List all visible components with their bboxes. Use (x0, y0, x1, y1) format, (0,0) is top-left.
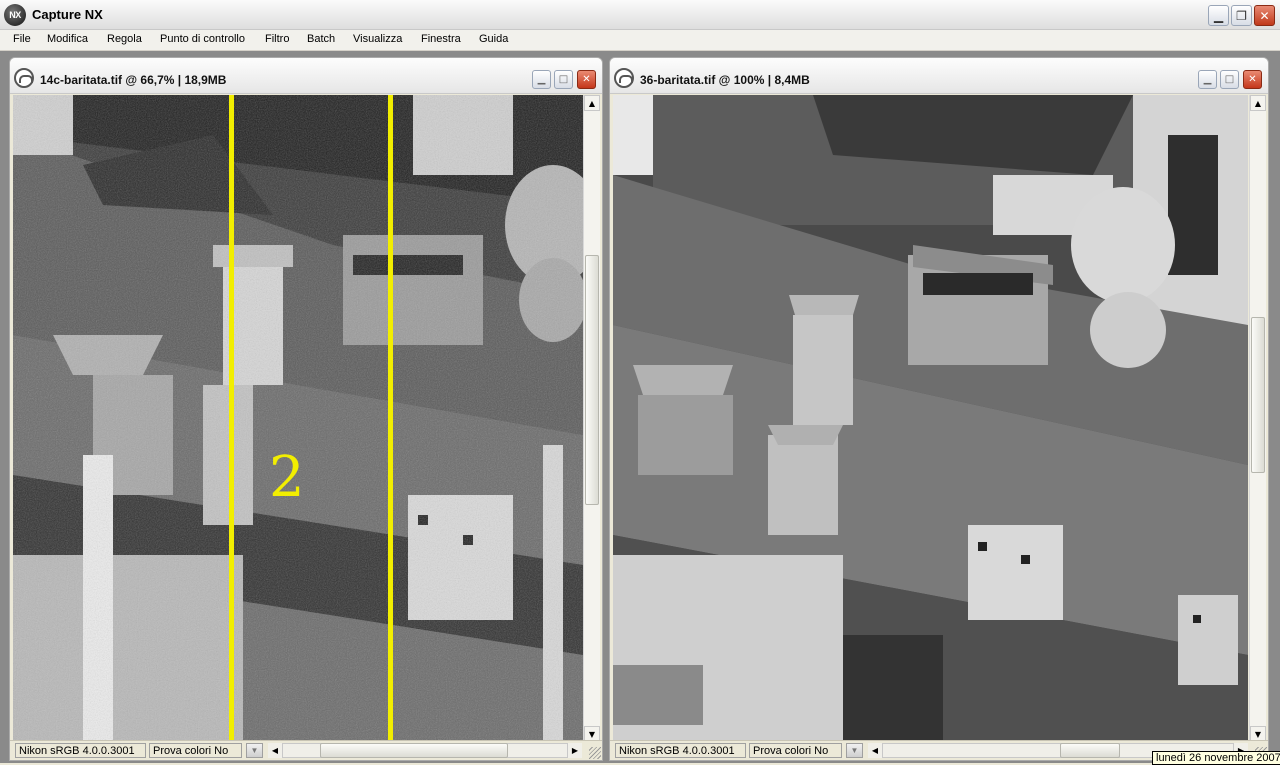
yellow-guide-line (388, 95, 393, 742)
menu-visualizza[interactable]: Visualizza (353, 33, 402, 45)
app-title: Capture NX (32, 7, 103, 22)
photo-rooftop-sharp (613, 95, 1248, 742)
arrow-down-icon: ▼ (1254, 729, 1262, 739)
document-title: 36-baritata.tif @ 100% | 8,4MB (640, 73, 810, 87)
app-close-button[interactable]: ✕ (1254, 5, 1275, 26)
overlay-number: 2 (269, 445, 305, 510)
arrow-left-icon: ◀ (871, 746, 879, 755)
app-titlebar: NX Capture NX ▁ ❐ ✕ (0, 0, 1280, 30)
document-statusbar: Nikon sRGB 4.0.0.3001 Prova colori No ▼ … (10, 740, 602, 760)
color-profile-field: Nikon sRGB 4.0.0.3001 (15, 743, 146, 758)
menu-finestra[interactable]: Finestra (421, 33, 461, 45)
arrow-right-icon: ▶ (571, 746, 579, 755)
document-titlebar[interactable]: 36-baritata.tif @ 100% | 8,4MB ▁ □ ✕ (610, 58, 1268, 94)
scroll-up-button[interactable]: ▲ (584, 95, 600, 111)
menu-filtro[interactable]: Filtro (265, 33, 289, 45)
nikon-document-icon (14, 68, 34, 88)
document-window-2[interactable]: 36-baritata.tif @ 100% | 8,4MB ▁ □ ✕ ▲ ▼… (609, 57, 1269, 761)
softproof-field[interactable]: Prova colori No (749, 743, 842, 758)
dropdown-arrow-icon: ▼ (250, 746, 259, 755)
doc-maximize-button[interactable]: □ (554, 70, 573, 89)
scroll-right-button[interactable]: ▶ (568, 743, 582, 758)
minimize-icon: ▁ (1213, 8, 1224, 23)
horizontal-scroll-thumb[interactable] (320, 743, 508, 758)
capture-nx-window: NX Capture NX ▁ ❐ ✕ File Modifica Regola… (0, 0, 1280, 765)
menu-regola[interactable]: Regola (107, 33, 142, 45)
photo-rooftop-grainy (13, 95, 583, 742)
nikon-document-icon (614, 68, 634, 88)
scroll-left-button[interactable]: ◀ (868, 743, 882, 758)
doc-minimize-button[interactable]: ▁ (532, 70, 551, 89)
scroll-thumb[interactable] (585, 255, 599, 505)
minimize-icon: ▁ (1203, 74, 1212, 85)
softproof-dropdown-button[interactable]: ▼ (246, 743, 263, 758)
resize-grip-icon[interactable] (589, 747, 601, 759)
app-minimize-button[interactable]: ▁ (1208, 5, 1229, 26)
menu-batch[interactable]: Batch (307, 33, 335, 45)
arrow-down-icon: ▼ (588, 729, 596, 739)
arrow-up-icon: ▲ (588, 98, 596, 108)
vertical-scrollbar[interactable]: ▲ ▼ (583, 95, 600, 742)
minimize-icon: ▁ (537, 74, 546, 85)
image-canvas[interactable] (613, 95, 1248, 742)
menu-file[interactable]: File (13, 33, 31, 45)
menu-punto-di-controllo[interactable]: Punto di controllo (160, 33, 245, 45)
menu-guida[interactable]: Guida (479, 33, 508, 45)
image-canvas[interactable]: 2 (13, 95, 583, 742)
doc-minimize-button[interactable]: ▁ (1198, 70, 1217, 89)
horizontal-scroll-thumb[interactable] (1060, 743, 1120, 758)
close-icon: ✕ (1259, 8, 1270, 23)
restore-icon: ❐ (1236, 8, 1247, 23)
app-restore-button[interactable]: ❐ (1231, 5, 1252, 26)
document-titlebar[interactable]: 14c-baritata.tif @ 66,7% | 18,9MB ▁ □ ✕ (10, 58, 602, 94)
softproof-field[interactable]: Prova colori No (149, 743, 242, 758)
close-icon: ✕ (1248, 74, 1257, 85)
softproof-dropdown-button[interactable]: ▼ (846, 743, 863, 758)
scroll-thumb[interactable] (1251, 317, 1265, 473)
arrow-up-icon: ▲ (1254, 98, 1262, 108)
doc-close-button[interactable]: ✕ (1243, 70, 1262, 89)
workspace: 14c-baritata.tif @ 66,7% | 18,9MB ▁ □ ✕ (0, 51, 1280, 763)
maximize-icon: □ (1224, 74, 1235, 85)
document-title: 14c-baritata.tif @ 66,7% | 18,9MB (40, 73, 227, 87)
menu-modifica[interactable]: Modifica (47, 33, 88, 45)
scroll-up-button[interactable]: ▲ (1250, 95, 1266, 111)
vertical-scrollbar[interactable]: ▲ ▼ (1249, 95, 1266, 742)
document-window-1[interactable]: 14c-baritata.tif @ 66,7% | 18,9MB ▁ □ ✕ (9, 57, 603, 761)
maximize-icon: □ (558, 74, 569, 85)
close-icon: ✕ (582, 74, 591, 85)
dropdown-arrow-icon: ▼ (850, 746, 859, 755)
doc-maximize-button[interactable]: □ (1220, 70, 1239, 89)
app-logo-icon: NX (4, 4, 26, 26)
doc-close-button[interactable]: ✕ (577, 70, 596, 89)
arrow-left-icon: ◀ (271, 746, 279, 755)
scroll-left-button[interactable]: ◀ (268, 743, 282, 758)
color-profile-field: Nikon sRGB 4.0.0.3001 (615, 743, 746, 758)
yellow-guide-line (229, 95, 234, 742)
menu-bar: File Modifica Regola Punto di controllo … (0, 30, 1280, 51)
